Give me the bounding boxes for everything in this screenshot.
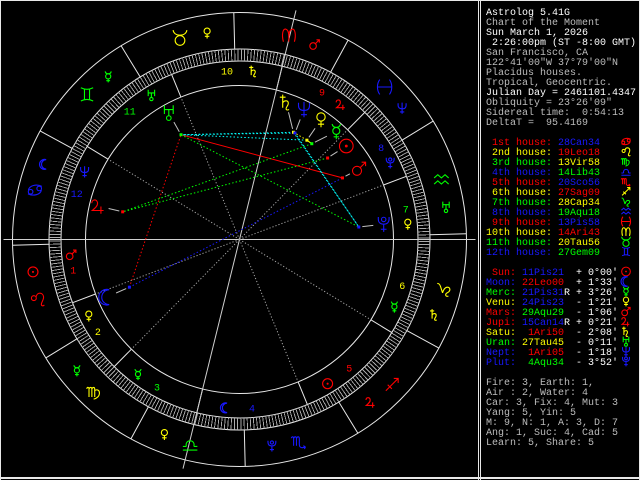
svg-text:11: 11 — [124, 107, 136, 118]
svg-text:4: 4 — [249, 405, 255, 416]
svg-text:12: 12 — [71, 190, 83, 201]
svg-text:9: 9 — [319, 89, 325, 100]
svg-text:12th house:: 12th house: — [486, 247, 552, 259]
svg-text:R: R — [564, 318, 570, 329]
svg-text:6: 6 — [399, 282, 405, 293]
svg-text:7: 7 — [403, 206, 409, 217]
svg-text:4Aqu34: 4Aqu34 — [522, 358, 564, 369]
svg-text:3: 3 — [154, 384, 160, 395]
svg-text:8: 8 — [378, 144, 384, 155]
svg-text:10: 10 — [221, 68, 233, 79]
svg-text:2: 2 — [95, 328, 101, 339]
svg-text:1: 1 — [70, 266, 76, 277]
svg-text:Plut:: Plut: — [486, 357, 516, 369]
svg-text:5: 5 — [346, 365, 352, 376]
svg-text:DeltaT = 95.4169: DeltaT = 95.4169 — [486, 117, 588, 129]
svg-text:- 3°52': - 3°52' — [576, 357, 618, 369]
svg-text:27Gem09: 27Gem09 — [558, 248, 600, 259]
svg-text:Learn: 5, Share: 5: Learn: 5, Share: 5 — [486, 437, 594, 449]
svg-text:R: R — [564, 288, 570, 299]
